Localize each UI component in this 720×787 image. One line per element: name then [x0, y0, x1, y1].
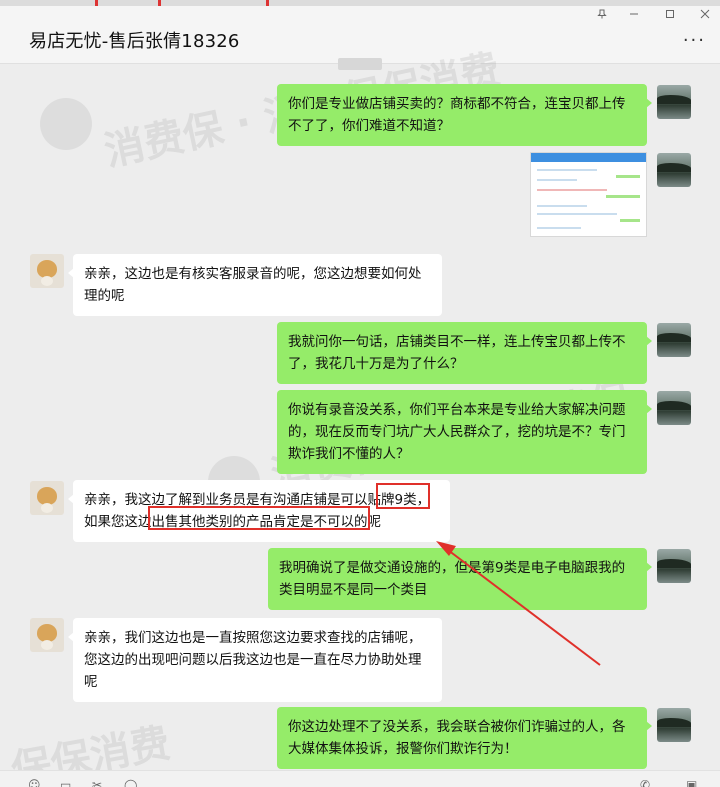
annotation-arrow [436, 541, 601, 666]
video-call-icon[interactable]: ▣ [686, 778, 697, 787]
chat-history-icon[interactable]: ◯ [124, 778, 137, 787]
call-icon[interactable]: ✆ [640, 778, 650, 787]
folder-icon[interactable]: ▭ [60, 778, 71, 787]
input-toolbar [0, 770, 720, 787]
screenshot-icon[interactable]: ✂ [92, 778, 102, 787]
emoji-icon[interactable]: ☺ [28, 778, 41, 787]
